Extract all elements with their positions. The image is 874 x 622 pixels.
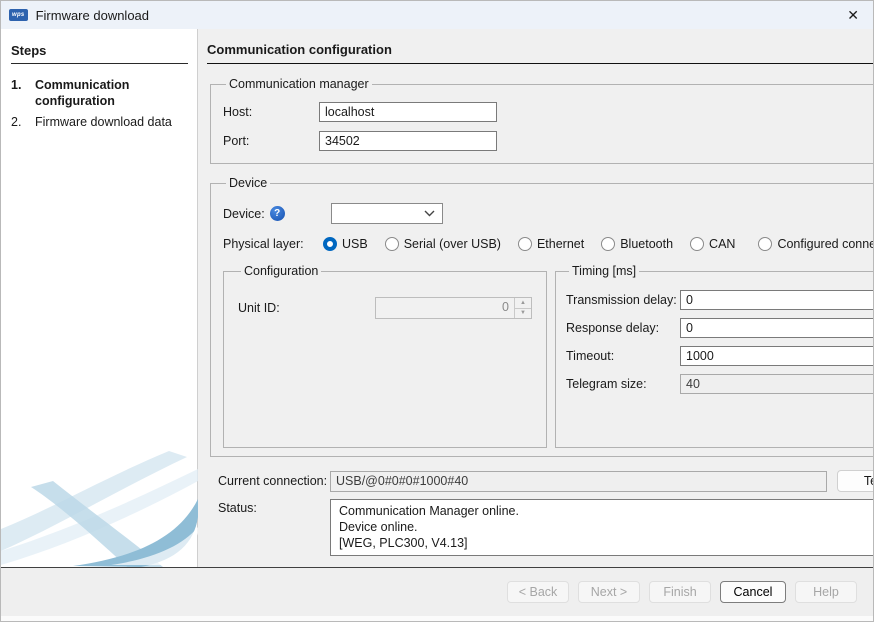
device-group: Device Device: ? Physical layer: [210,176,874,457]
device-row: Device: ? [223,203,874,224]
status-line: Device online. [339,519,874,535]
telegram-size-row: Telegram size: [566,374,874,394]
help-button: Help [795,581,857,603]
current-connection-label: Current connection: [218,474,330,488]
status-box: Communication Manager online. Device onl… [330,499,874,556]
radio-label: USB [342,237,368,251]
next-button: Next > [578,581,640,603]
steps-header: Steps [11,43,188,64]
host-row: Host: [223,102,874,122]
wps-logo-icon: wps [9,9,28,21]
cancel-button[interactable]: Cancel [720,581,786,603]
timing-group: Timing [ms] Transmission delay: Response… [555,264,874,448]
radio-can[interactable]: CAN [690,237,735,251]
step-label: Communication configuration [35,77,188,109]
unit-id-value: 0 [376,298,514,318]
radio-button-icon [690,237,704,251]
unit-id-row: Unit ID: 0 ▲ ▼ [238,297,532,319]
title-bar: wps Firmware download ✕ [1,1,873,29]
step-number: 1. [11,77,35,109]
page-title: Communication configuration [207,42,874,64]
port-label: Port: [223,134,319,148]
spin-up-icon[interactable]: ▲ [515,298,531,309]
timeout-label: Timeout: [566,349,680,363]
firmware-download-dialog: wps Firmware download ✕ Steps 1. Communi… [0,0,874,622]
radio-ethernet[interactable]: Ethernet [518,237,584,251]
steps-sidebar: Steps 1. Communication configuration 2. … [1,29,198,567]
timeout-row: Timeout: [566,346,874,366]
radio-configured-connections[interactable]: Configured connections [758,237,874,251]
main-panel: Communication configuration Communicatio… [198,29,874,567]
step-item-communication-configuration: 1. Communication configuration [11,77,188,109]
radio-button-icon [758,237,772,251]
device-group-title: Device [226,176,270,190]
physical-layer-options: USB Serial (over USB) Ethernet Blue [323,237,874,251]
radio-button-icon [518,237,532,251]
step-number: 2. [11,114,35,130]
current-connection-row: Current connection: Test [218,470,874,492]
radio-label: Configured connections [777,237,874,251]
radio-serial-over-usb[interactable]: Serial (over USB) [385,237,501,251]
radio-label: Ethernet [537,237,584,251]
test-button[interactable]: Test [837,470,874,492]
radio-bluetooth[interactable]: Bluetooth [601,237,673,251]
device-select[interactable] [331,203,443,224]
unit-id-stepper: 0 ▲ ▼ [375,297,532,319]
unit-id-label: Unit ID: [238,301,375,315]
host-label: Host: [223,105,319,119]
device-label: Device: [223,207,265,221]
host-input[interactable] [319,102,497,122]
step-item-firmware-download-data: 2. Firmware download data [11,114,188,130]
physical-layer-label: Physical layer: [223,237,323,251]
communication-manager-group: Communication manager Host: Port: [210,77,874,164]
footer-strip [1,616,873,621]
weg-swoosh-graphic [1,447,198,567]
status-line: Communication Manager online. [339,503,874,519]
radio-usb[interactable]: USB [323,237,368,251]
transmission-delay-label: Transmission delay: [566,293,680,307]
response-delay-row: Response delay: [566,318,874,338]
radio-button-icon [601,237,615,251]
back-button: < Back [507,581,569,603]
port-row: Port: [223,131,874,151]
help-icon[interactable]: ? [270,206,285,221]
current-connection-field [330,471,827,492]
radio-label: Bluetooth [620,237,673,251]
timing-group-title: Timing [ms] [569,264,639,278]
radio-button-icon [385,237,399,251]
transmission-delay-row: Transmission delay: [566,290,874,310]
response-delay-input[interactable] [680,318,874,338]
radio-label: Serial (over USB) [404,237,501,251]
physical-layer-row: Physical layer: USB Serial (over USB) [223,237,874,251]
status-row: Status: Communication Manager online. De… [218,499,874,556]
status-line: [WEG, PLC300, V4.13] [339,535,874,551]
telegram-size-input [680,374,874,394]
configuration-group-title: Configuration [241,264,321,278]
chevron-down-icon [424,210,435,217]
status-label: Status: [218,499,330,515]
configuration-group: Configuration Unit ID: 0 ▲ ▼ [223,264,547,448]
close-icon[interactable]: ✕ [847,8,859,22]
telegram-size-label: Telegram size: [566,377,680,391]
timeout-input[interactable] [680,346,874,366]
finish-button: Finish [649,581,711,603]
port-input[interactable] [319,131,497,151]
radio-button-icon [323,237,337,251]
radio-label: CAN [709,237,735,251]
transmission-delay-input[interactable] [680,290,874,310]
communication-manager-group-title: Communication manager [226,77,372,91]
wizard-footer: < Back Next > Finish Cancel Help [1,567,873,621]
response-delay-label: Response delay: [566,321,680,335]
step-label: Firmware download data [35,114,172,130]
spin-down-icon[interactable]: ▼ [515,309,531,319]
steps-list: 1. Communication configuration 2. Firmwa… [11,77,188,130]
window-title: Firmware download [36,8,149,23]
